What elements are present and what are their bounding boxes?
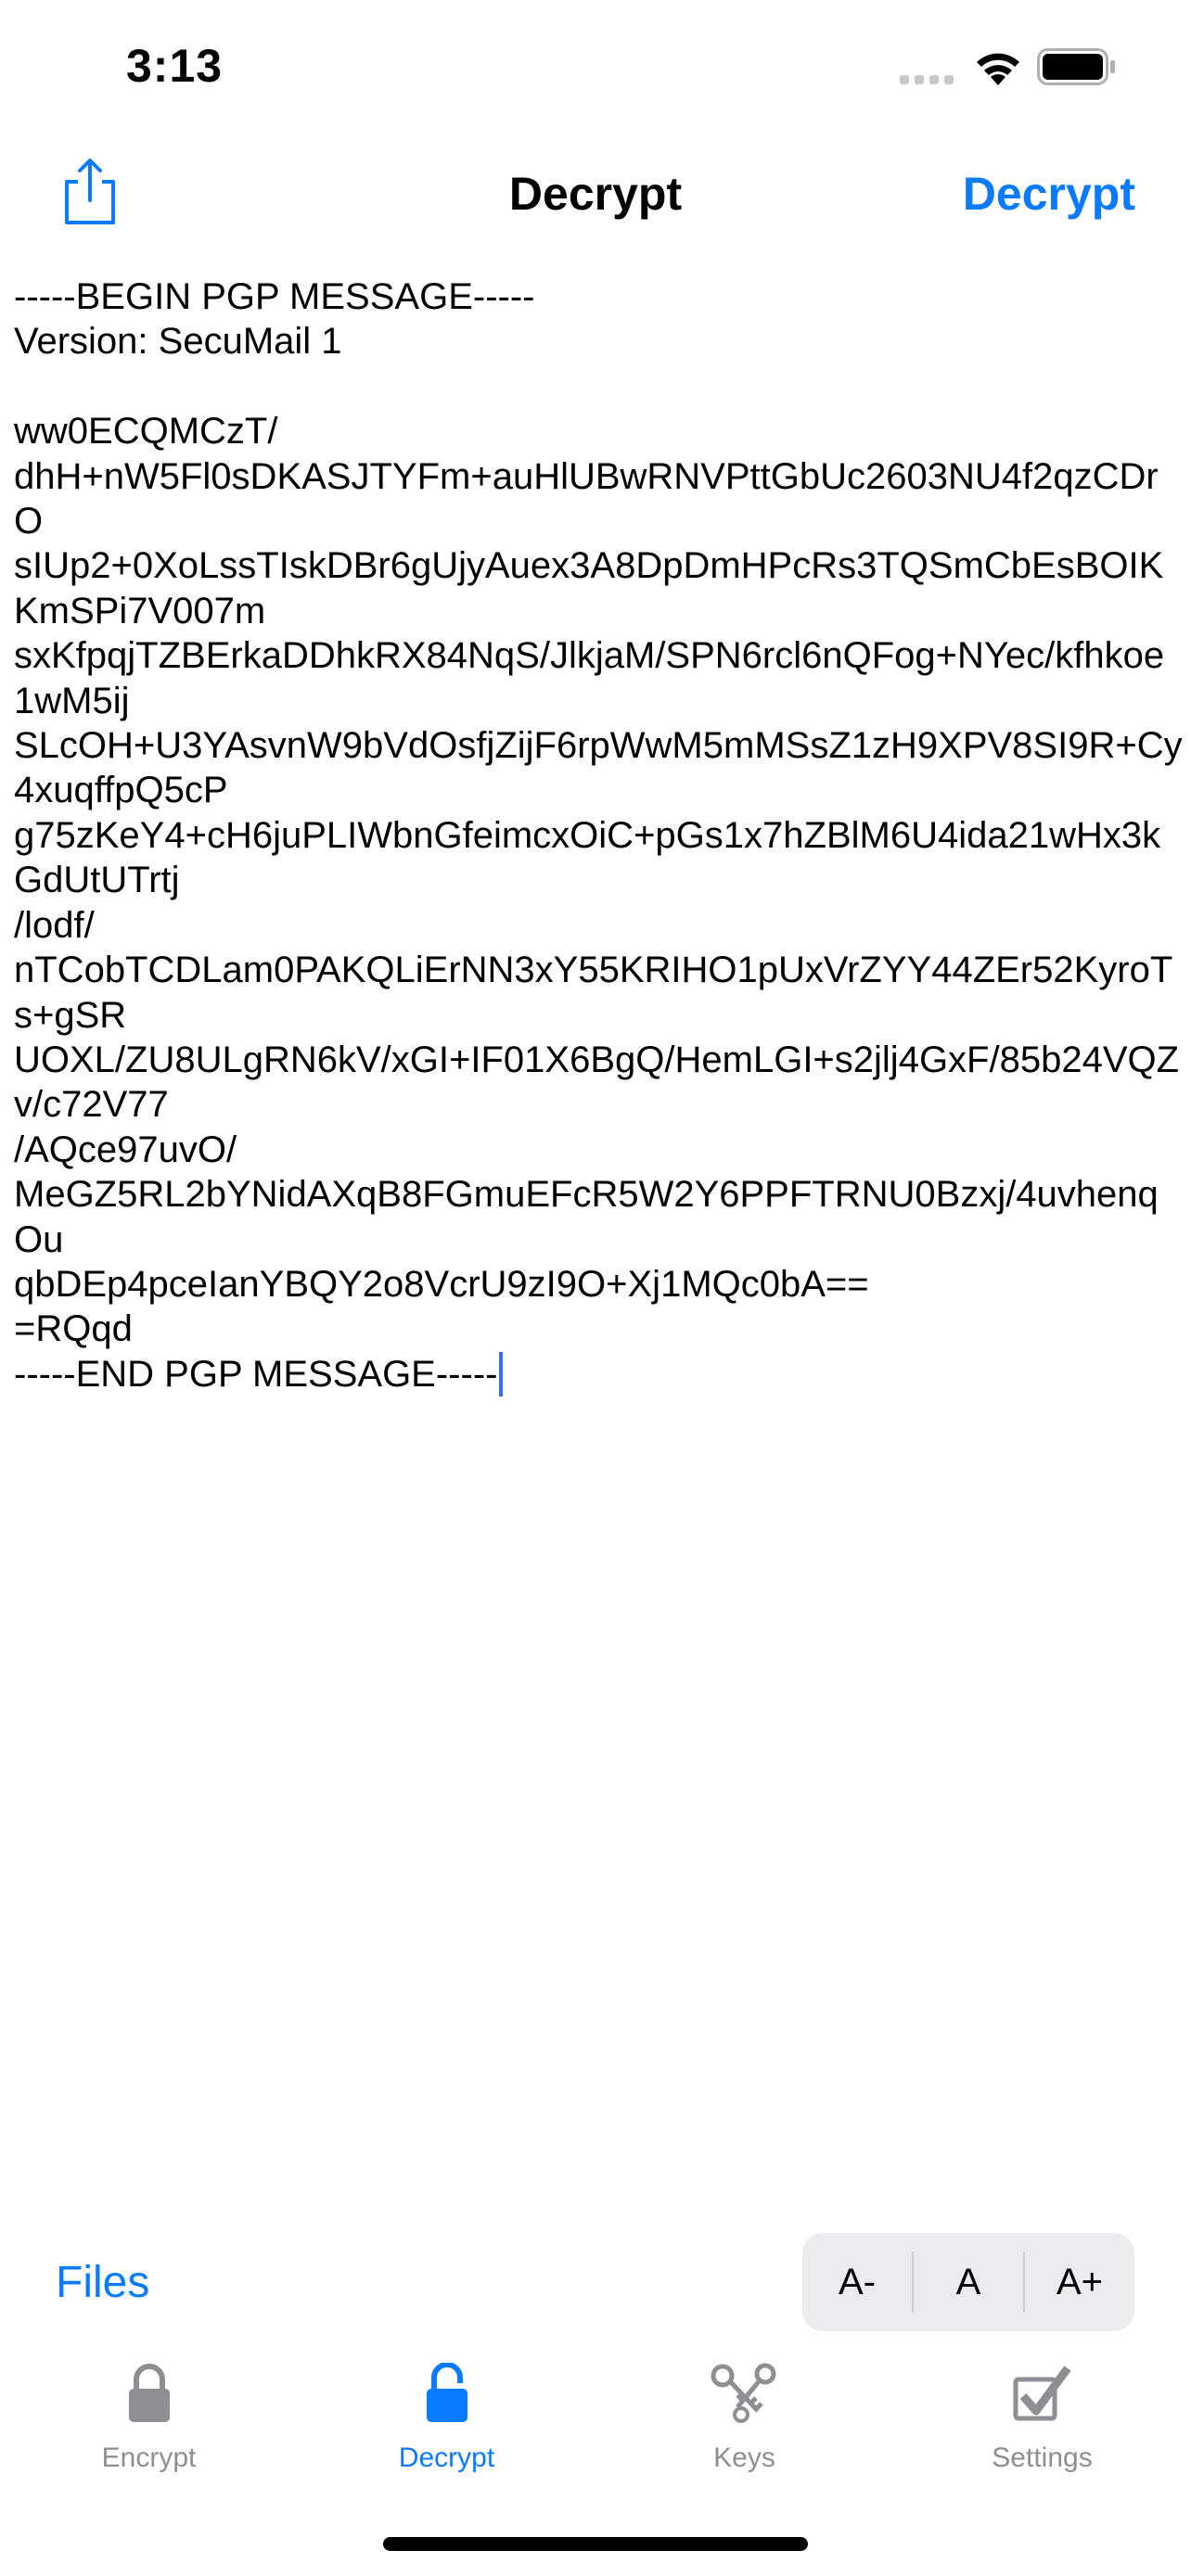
tab-bar: Encrypt Decrypt Keys Settings xyxy=(0,2346,1191,2494)
wifi-icon xyxy=(977,53,1019,85)
cellular-signal-icon xyxy=(900,75,954,84)
tab-label: Encrypt xyxy=(101,2442,197,2473)
unlock-icon xyxy=(426,2363,467,2422)
tab-label: Decrypt xyxy=(398,2442,495,2473)
decrypt-button[interactable]: Decrypt xyxy=(963,167,1135,221)
tab-settings[interactable]: Settings xyxy=(893,2346,1191,2485)
status-bar: 3:13 xyxy=(0,0,1191,139)
text-cursor xyxy=(499,1351,504,1396)
font-larger-button[interactable]: A+ xyxy=(1025,2233,1134,2331)
keys-icon xyxy=(711,2363,775,2423)
navigation-bar: Decrypt Decrypt xyxy=(0,139,1191,243)
editor-text: -----BEGIN PGP MESSAGE----- Version: Sec… xyxy=(14,276,1183,1395)
font-default-button[interactable]: A xyxy=(914,2233,1023,2331)
status-time: 3:13 xyxy=(126,40,224,92)
tab-keys[interactable]: Keys xyxy=(596,2346,893,2485)
home-indicator xyxy=(383,2537,808,2551)
checkmark-box-icon xyxy=(1013,2366,1071,2421)
battery-icon xyxy=(1037,48,1115,85)
tab-encrypt[interactable]: Encrypt xyxy=(0,2346,298,2485)
message-text-editor[interactable]: -----BEGIN PGP MESSAGE----- Version: Sec… xyxy=(14,274,1183,2185)
tab-decrypt[interactable]: Decrypt xyxy=(298,2346,596,2485)
files-button[interactable]: Files xyxy=(56,2257,149,2308)
lock-icon xyxy=(128,2364,170,2422)
font-size-segmented-control: A- A A+ xyxy=(802,2233,1134,2331)
font-smaller-button[interactable]: A- xyxy=(802,2233,912,2331)
tab-label: Settings xyxy=(992,2442,1093,2473)
tab-label: Keys xyxy=(713,2442,775,2473)
